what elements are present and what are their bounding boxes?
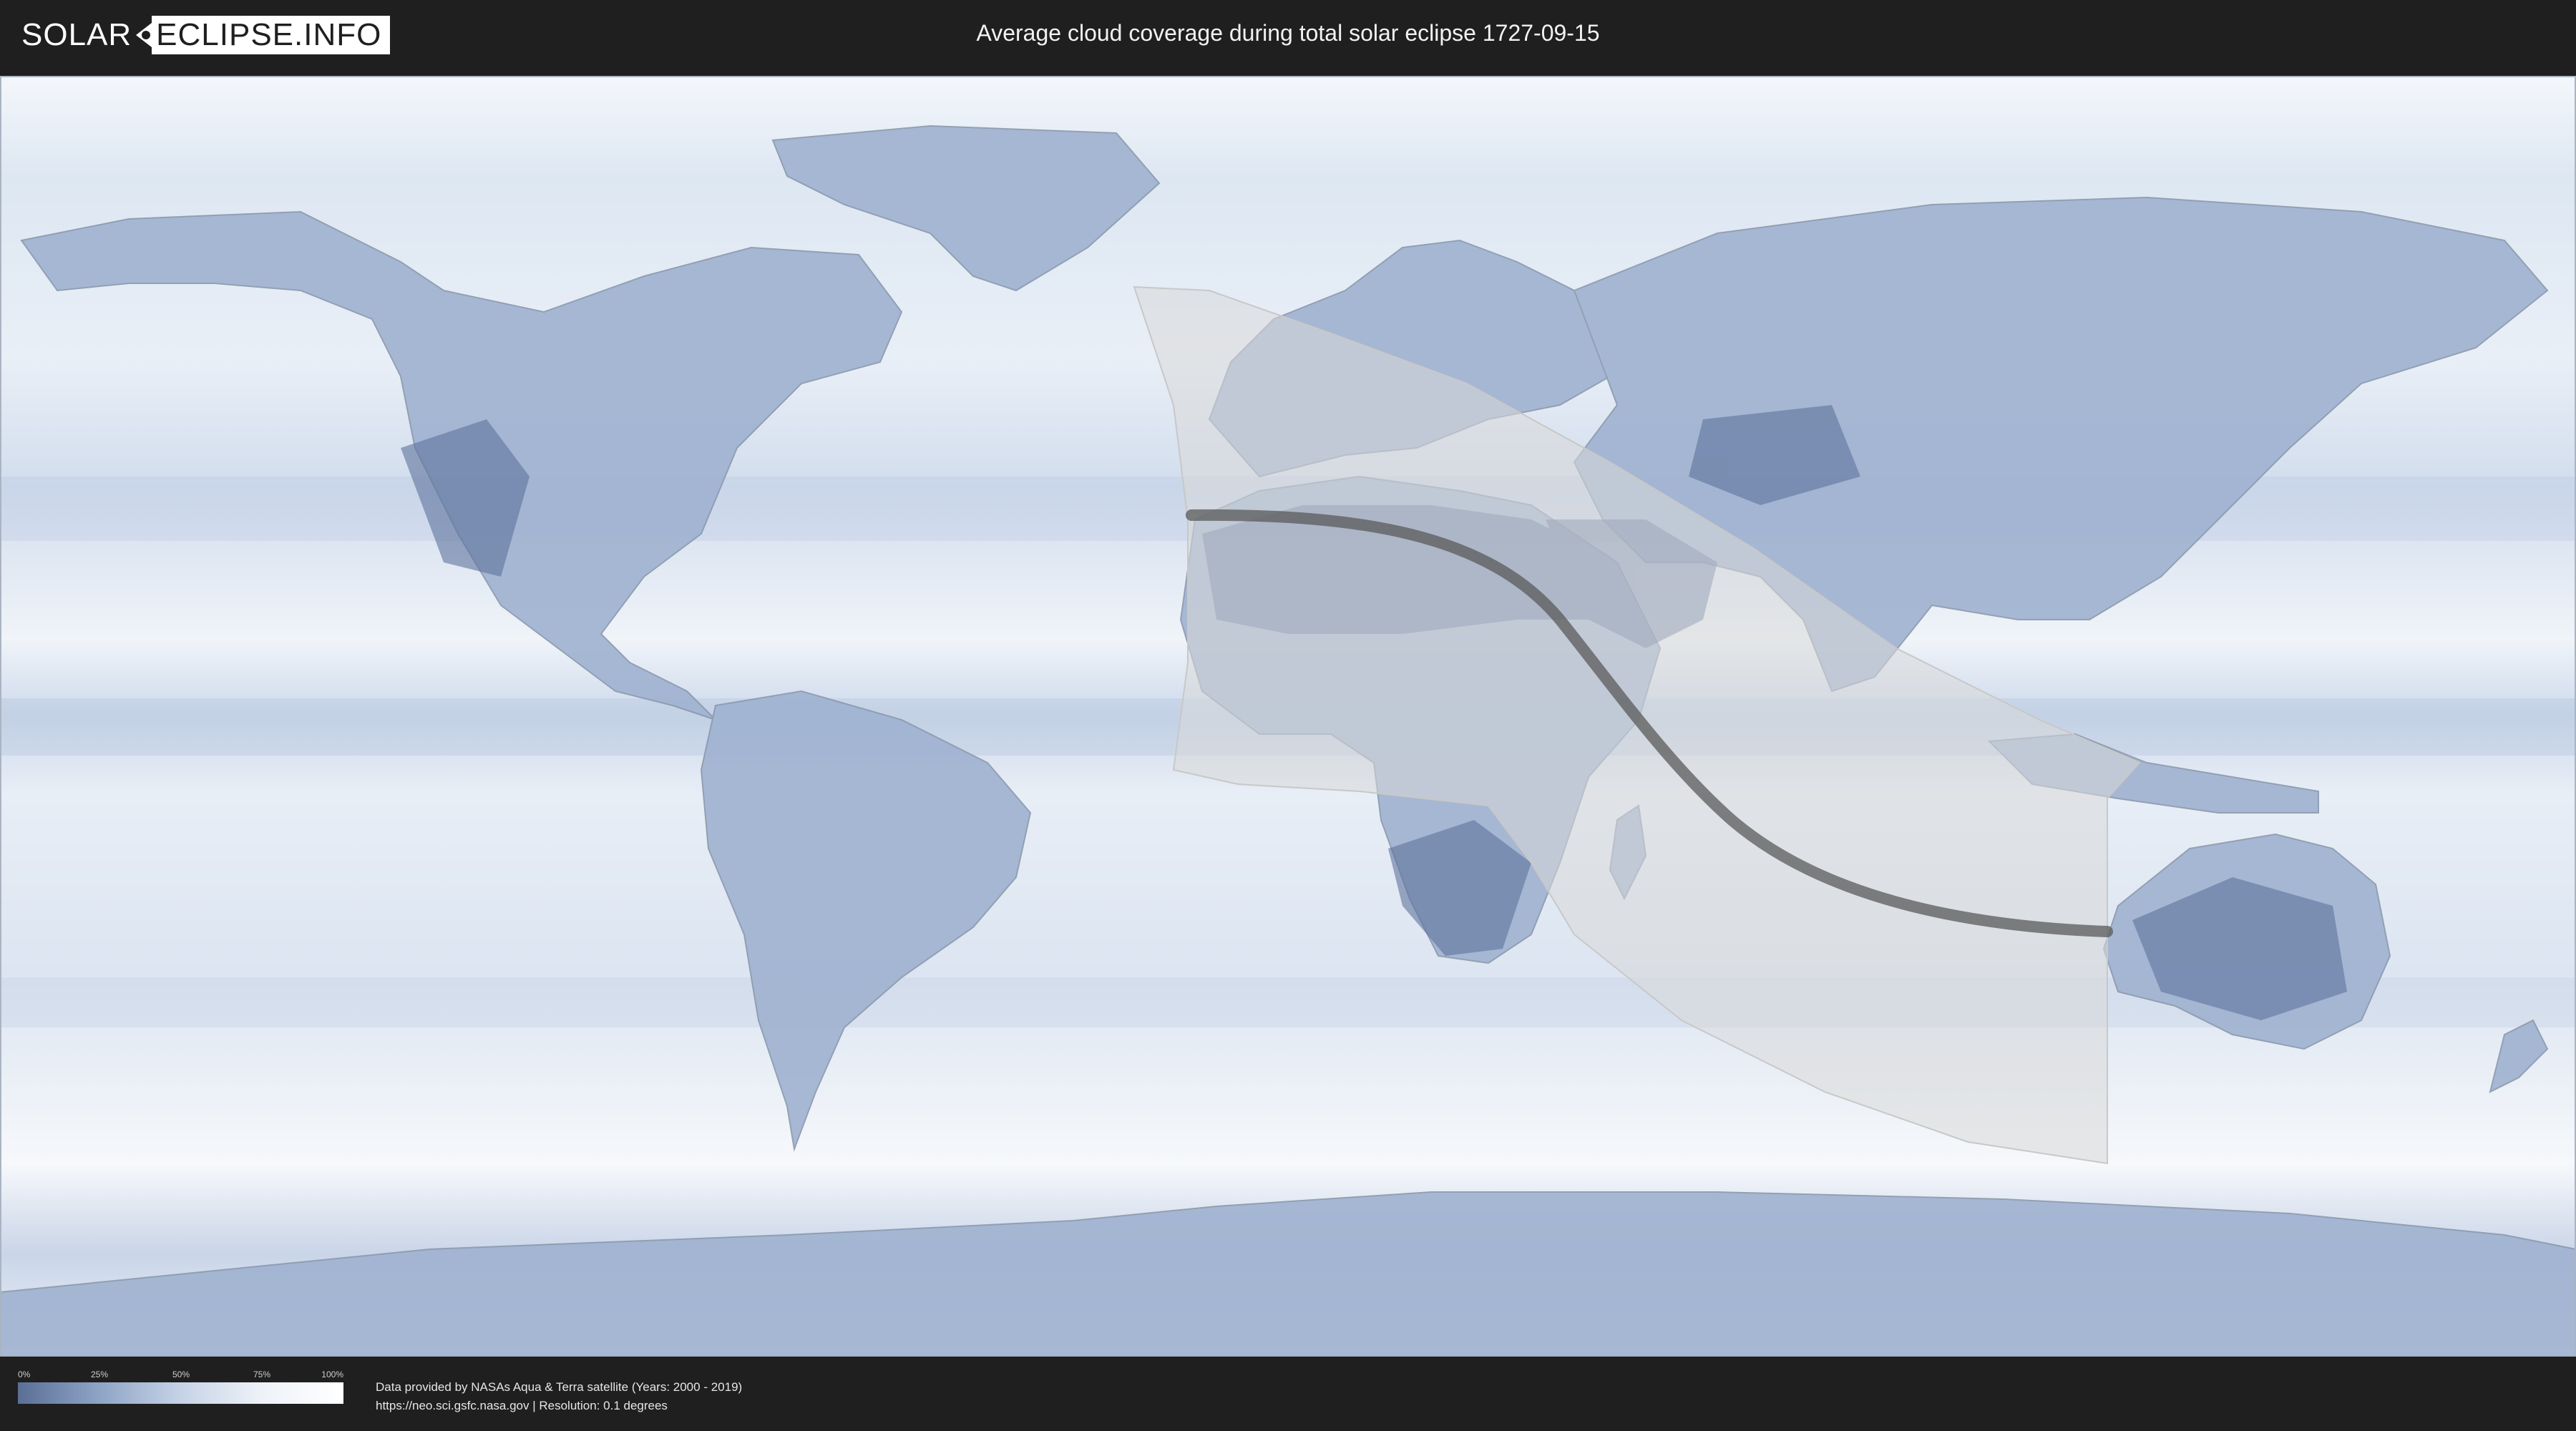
legend-tick-25: 25% — [90, 1369, 109, 1379]
legend-color-scale — [18, 1382, 343, 1404]
legend-ticks: 0% 25% 50% 75% 100% — [18, 1369, 343, 1382]
legend-tick-50: 50% — [172, 1369, 190, 1379]
header-bar: SOLAR ECLIPSE.INFO Average cloud coverag… — [0, 0, 2576, 72]
legend-tick-75: 75% — [253, 1369, 271, 1379]
credits-line-url[interactable]: https://neo.sci.gsfc.nasa.gov | Resoluti… — [376, 1397, 742, 1415]
legend-tick-100: 100% — [321, 1369, 343, 1379]
data-credits: Data provided by NASAs Aqua & Terra sate… — [376, 1378, 742, 1415]
legend-tick-0: 0% — [18, 1369, 31, 1379]
cloud-coverage-legend: 0% 25% 50% 75% 100% — [18, 1369, 343, 1404]
footer-bar: 0% 25% 50% 75% 100% Data provided by NAS… — [0, 1357, 2576, 1431]
cloud-coverage-map[interactable] — [0, 76, 2576, 1357]
page-title: Average cloud coverage during total sola… — [976, 20, 1600, 46]
world-map-svg — [0, 76, 2576, 1357]
credits-line-source: Data provided by NASAs Aqua & Terra sate… — [376, 1380, 743, 1394]
